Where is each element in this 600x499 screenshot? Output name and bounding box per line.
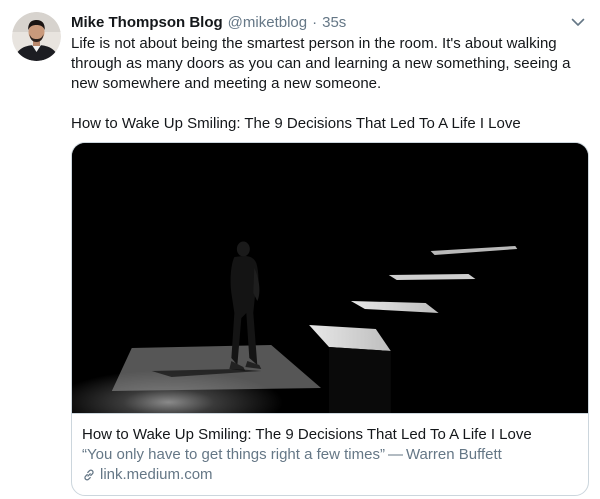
avatar-column	[12, 12, 61, 499]
link-card[interactable]: How to Wake Up Smiling: The 9 Decisions …	[71, 142, 589, 496]
separator-dot: ·	[312, 14, 318, 31]
chevron-down-icon	[571, 18, 585, 26]
tweet-text-quote: Life is not about being the smartest per…	[71, 35, 571, 92]
card-domain-row: link.medium.com	[82, 465, 578, 485]
tweet-text-title: How to Wake Up Smiling: The 9 Decisions …	[71, 115, 521, 132]
tweet-body: Mike Thompson Blog @miketblog · 35s Life…	[71, 12, 589, 499]
tweet[interactable]: Mike Thompson Blog @miketblog · 35s Life…	[0, 0, 600, 499]
tweet-text: Life is not about being the smartest per…	[71, 34, 586, 134]
card-description: “You only have to get things right a few…	[82, 446, 502, 463]
card-image	[72, 143, 588, 413]
timestamp[interactable]: 35s	[322, 13, 346, 33]
card-meta: How to Wake Up Smiling: The 9 Decisions …	[72, 413, 588, 495]
card-title: How to Wake Up Smiling: The 9 Decisions …	[82, 426, 532, 443]
avatar[interactable]	[12, 12, 61, 61]
link-icon	[84, 469, 94, 481]
author-handle[interactable]: @miketblog	[228, 13, 307, 33]
author-name[interactable]: Mike Thompson Blog	[71, 13, 223, 33]
tweet-menu-button[interactable]	[568, 12, 588, 32]
card-domain: link.medium.com	[100, 466, 213, 483]
tweet-header: Mike Thompson Blog @miketblog · 35s	[71, 13, 589, 33]
